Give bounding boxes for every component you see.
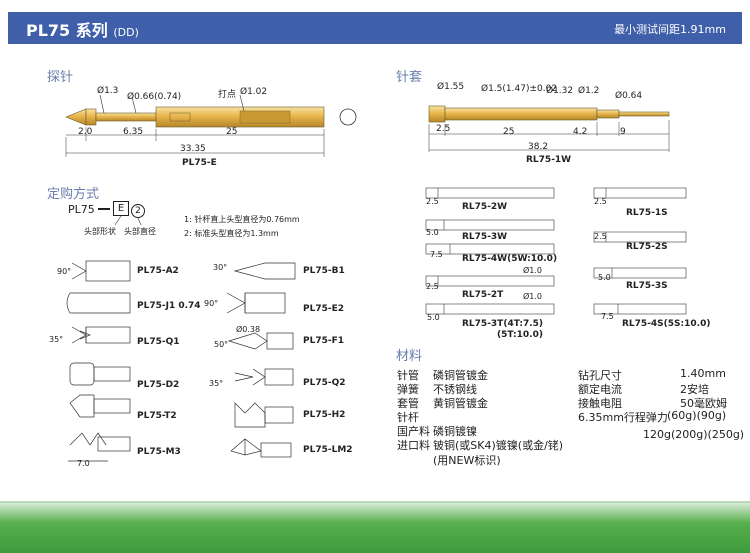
rec-var-dim-4s: 7.5 (601, 312, 614, 321)
receptacle-model: RL75-1W (526, 155, 572, 165)
rec-var-dim-4w: 7.5 (430, 250, 443, 259)
mat-val-6: 铍铜(或SK4)镀镍(或金/铑) (433, 439, 564, 452)
min-pitch-spec: 最小测试间距1.91mm (614, 23, 726, 36)
page-title: PL75 系列 (DD) (26, 21, 139, 40)
probe-tip-dia: Ø1.3 (97, 86, 119, 96)
rec-total-length: 38.2 (528, 142, 549, 152)
tip-code-q2: PL75-Q2 (303, 378, 346, 388)
tip-code-t2: PL75-T2 (137, 411, 177, 421)
tip-code-a2: PL75-A2 (137, 266, 179, 276)
rec-len-2: 25 (503, 127, 515, 137)
rec-var-dim-3s: 5.0 (598, 273, 611, 282)
order-code-prefix: PL75 (68, 203, 95, 216)
rec-var-dia-3t: Ø1.0 (523, 292, 543, 301)
rec-code-3t: RL75-3T(4T:7.5) (462, 319, 544, 329)
probe-dim-1: 2.0 (78, 127, 93, 137)
probe-barrel-dia: Ø1.02 (240, 87, 268, 97)
rec-dia-5: Ø0.64 (615, 91, 643, 101)
probe-body-dia: Ø0.66(0.74) (127, 92, 182, 102)
tip-code-lm2: PL75-LM2 (303, 445, 353, 455)
rec-len-3: 4.2 (573, 127, 588, 137)
rec-code-4w: RL75-4W(5W:10.0) (462, 254, 558, 264)
rec-code-2t: RL75-2T (462, 290, 504, 300)
materials-section-title: 材料 (396, 349, 423, 364)
mat-val-7: (用NEW标识) (433, 454, 501, 467)
order-code-e: E (113, 201, 129, 216)
tip-code-q1: PL75-Q1 (137, 337, 180, 347)
rec-code-3w: RL75-3W (462, 232, 508, 242)
probe-dim-3: 25 (226, 127, 238, 137)
tip-code-d2: PL75-D2 (137, 380, 180, 390)
rec-dia-3: Ø1.32 (546, 86, 574, 96)
order-dash (98, 208, 110, 210)
header-bar: PL75 系列 (DD) 最小测试间距1.91mm (8, 12, 742, 44)
rec-len-4: 9 (620, 127, 626, 137)
rec-var-dim-3t: 5.0 (427, 313, 440, 322)
tip-right-angle-1: 30° (213, 263, 228, 272)
receptacle-section-title: 针套 (396, 70, 423, 85)
ordering-section-title: 定购方式 (47, 187, 100, 202)
tip-code-b1: PL75-B1 (303, 266, 345, 276)
tip-shapes-right (226, 262, 296, 458)
rec-var-dim-2t: 2.5 (426, 282, 439, 291)
mat-key-6: 进口料 (397, 439, 430, 452)
spec-val-5: 120g(200g)(250g) (643, 428, 745, 441)
probe-dim-2: 6.35 (123, 127, 144, 137)
rec-var-dim-2s: 2.5 (594, 232, 607, 241)
rec-var-dim-2w: 2.5 (426, 197, 439, 206)
spec-val-1: 1.40mm (680, 367, 726, 380)
tip-right-angle-4: 35° (209, 379, 224, 388)
receptacle-drawing (428, 105, 670, 152)
order-note-2: 2: 标准头型直径为1.3mm (184, 229, 279, 238)
receptacle-variants-right (593, 187, 687, 315)
mat-val-3: 黄铜管镀金 (433, 397, 488, 410)
tip-right-angle-3: 50° (214, 340, 229, 349)
rec-dia-4: Ø1.2 (578, 86, 600, 96)
probe-section-title: 探针 (47, 70, 74, 85)
footer-band (0, 503, 750, 553)
tip-right-angle-2: 90° (204, 299, 219, 308)
tip-code-e2: PL75-E2 (303, 304, 345, 314)
probe-crimp-label: 打点 (218, 90, 237, 100)
probe-total-length: 33.35 (180, 144, 206, 154)
tip-code-h2: PL75-H2 (303, 410, 346, 420)
rec-var-dim-3w: 5.0 (426, 228, 439, 237)
order-label-head: 头部形状 (84, 227, 116, 236)
tip-code-j1: PL75-J1 0.74 (137, 301, 201, 311)
rec-len-1: 2.5 (436, 124, 451, 134)
rec-code-1s: RL75-1S (626, 208, 668, 218)
probe-model: PL75-E (182, 158, 217, 168)
rec-dia-1: Ø1.55 (437, 82, 465, 92)
rec-code-3s: RL75-3S (626, 281, 668, 291)
rec-var-dim-1s: 2.5 (594, 197, 607, 206)
order-label-dia: 头部直径 (124, 227, 156, 236)
spec-key-4: 6.35mm行程弹力 (578, 411, 668, 424)
tip-left-angle-1: 90° (57, 267, 72, 276)
rec-var-dia-2t: Ø1.0 (523, 266, 543, 275)
tip-left-angle-3: 35° (49, 335, 64, 344)
tip-shapes-left (66, 260, 131, 462)
rec-code-4s: RL75-4S(5S:10.0) (622, 319, 711, 329)
tip-code-f1: PL75-F1 (303, 336, 345, 346)
rec-code-2s: RL75-2S (626, 242, 668, 252)
tip-right-dia-3: Ø0.38 (236, 325, 261, 334)
spec-val-4: (60g)(90g) (667, 409, 727, 422)
rec-code-5t: (5T:10.0) (497, 330, 543, 340)
order-note-1: 1: 针杆直上头型直径为0.76mm (184, 215, 300, 224)
tip-left-dim: 7.0 (77, 459, 90, 468)
probe-drawing (65, 94, 357, 157)
rec-code-2w: RL75-2W (462, 202, 508, 212)
tip-code-m3: PL75-M3 (137, 447, 181, 457)
